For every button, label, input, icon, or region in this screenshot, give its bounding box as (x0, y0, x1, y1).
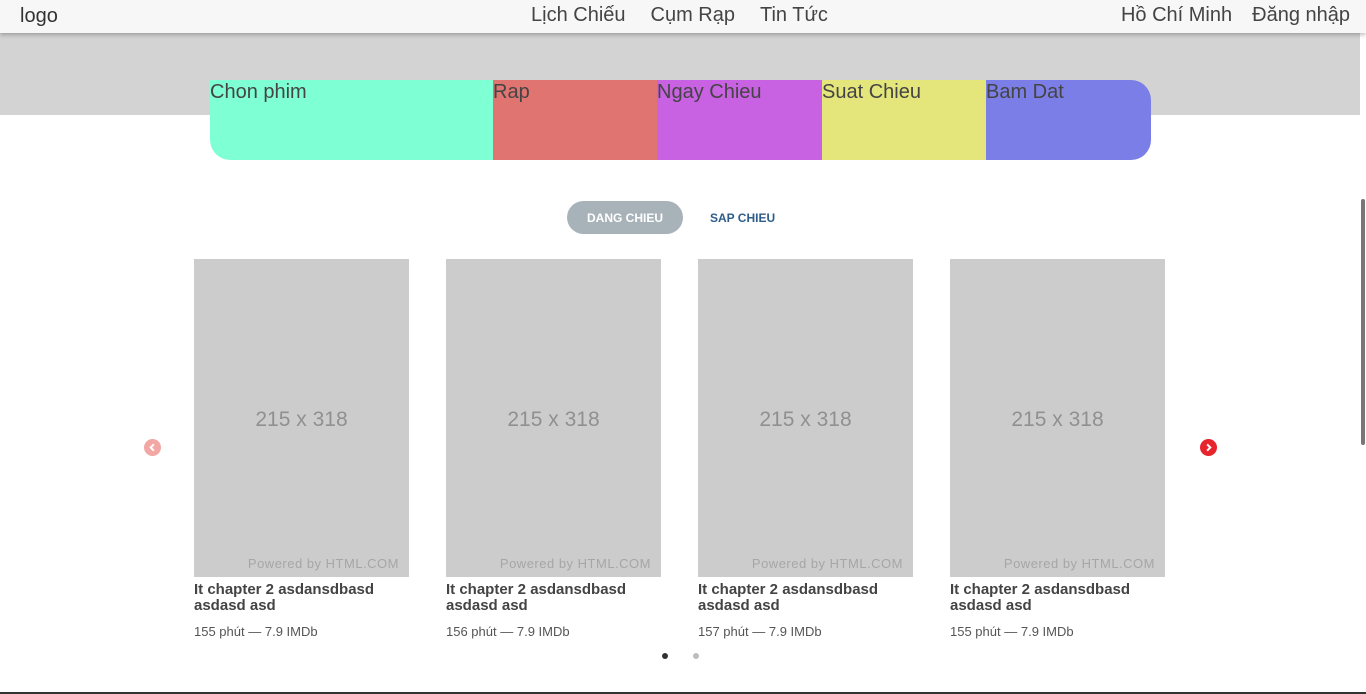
meta-separator: — (1004, 624, 1018, 639)
nav-tin-tuc[interactable]: Tin Tức (760, 4, 828, 27)
movie-poster[interactable]: 215 x 318 Powered by HTML.COM (194, 259, 409, 577)
movie-title[interactable]: It chapter 2 asdansdbasd asdasd asd (446, 582, 661, 614)
movie-meta: 156 phút — 7.9 IMDb (446, 624, 661, 639)
tab-now-showing[interactable]: DANG CHIEU (567, 201, 684, 234)
select-showtime-dropdown[interactable]: Suat Chieu (822, 80, 986, 160)
poster-watermark: Powered by HTML.COM (1003, 556, 1155, 571)
movie-rating: 7.9 IMDb (768, 624, 822, 639)
select-date-dropdown[interactable]: Ngay Chieu (657, 80, 822, 160)
logo[interactable]: logo (20, 5, 58, 28)
movie-meta: 155 phút — 7.9 IMDb (194, 624, 409, 639)
movie-meta: 155 phút — 7.9 IMDb (950, 624, 1165, 639)
chevron-right-icon[interactable] (1200, 439, 1217, 456)
movie-rating: 7.9 IMDb (264, 624, 318, 639)
poster-placeholder-size: 215 x 318 (255, 408, 348, 431)
poster-watermark: Powered by HTML.COM (751, 556, 903, 571)
book-button[interactable]: Bam Dat (986, 80, 1151, 160)
top-navbar: logo Lịch Chiếu Cụm Rạp Tin Tức Hồ Chí M… (0, 0, 1366, 33)
carousel-dot-1[interactable] (662, 653, 668, 659)
movie-card[interactable]: 215 x 318 Powered by HTML.COM It chapter… (446, 259, 661, 639)
movie-card[interactable]: 215 x 318 Powered by HTML.COM It chapter… (698, 259, 913, 639)
carousel-dot-2[interactable] (693, 653, 699, 659)
poster-watermark: Powered by HTML.COM (247, 556, 399, 571)
carousel-pagination (662, 653, 699, 659)
meta-separator: — (248, 624, 262, 639)
movie-duration: 157 phút (698, 624, 749, 639)
nav-cum-rap[interactable]: Cụm Rạp (651, 4, 735, 27)
select-movie-dropdown[interactable]: Chon phim (210, 80, 493, 160)
meta-separator: — (500, 624, 514, 639)
scrollbar[interactable] (1360, 33, 1366, 694)
movie-duration: 155 phút (194, 624, 245, 639)
movie-duration: 155 phút (950, 624, 1001, 639)
movie-poster[interactable]: 215 x 318 Powered by HTML.COM (698, 259, 913, 577)
movie-title[interactable]: It chapter 2 asdansdbasd asdasd asd (194, 582, 409, 614)
movie-title[interactable]: It chapter 2 asdansdbasd asdasd asd (950, 582, 1165, 614)
movie-duration: 156 phút (446, 624, 497, 639)
nav-lich-chieu[interactable]: Lịch Chiếu (531, 4, 626, 27)
movie-title[interactable]: It chapter 2 asdansdbasd asdasd asd (698, 582, 913, 614)
poster-placeholder-size: 215 x 318 (1011, 408, 1104, 431)
location-selector[interactable]: Hồ Chí Minh (1121, 4, 1232, 27)
tab-coming-soon[interactable]: SAP CHIEU (690, 201, 795, 234)
chevron-left-icon[interactable] (144, 439, 161, 456)
movie-meta: 157 phút — 7.9 IMDb (698, 624, 913, 639)
movie-poster[interactable]: 215 x 318 Powered by HTML.COM (446, 259, 661, 577)
user-nav: Hồ Chí Minh Đăng nhập (1121, 4, 1350, 27)
movie-card[interactable]: 215 x 318 Powered by HTML.COM It chapter… (950, 259, 1165, 639)
logo-image-alt: logo (20, 5, 58, 27)
movie-poster[interactable]: 215 x 318 Powered by HTML.COM (950, 259, 1165, 577)
login-link[interactable]: Đăng nhập (1252, 4, 1350, 27)
select-cinema-dropdown[interactable]: Rap (493, 80, 657, 160)
movie-rating: 7.9 IMDb (1020, 624, 1074, 639)
poster-placeholder-size: 215 x 318 (507, 408, 600, 431)
movie-rating: 7.9 IMDb (516, 624, 570, 639)
poster-placeholder-size: 215 x 318 (759, 408, 852, 431)
quick-booking-bar: Chon phim Rap Ngay Chieu Suat Chieu Bam … (210, 80, 1151, 160)
movie-card[interactable]: 215 x 318 Powered by HTML.COM It chapter… (194, 259, 409, 639)
main-nav: Lịch Chiếu Cụm Rạp Tin Tức (531, 4, 828, 27)
scrollbar-thumb[interactable] (1361, 199, 1365, 445)
poster-watermark: Powered by HTML.COM (499, 556, 651, 571)
movie-tabs: DANG CHIEU SAP CHIEU (567, 201, 795, 234)
meta-separator: — (752, 624, 766, 639)
